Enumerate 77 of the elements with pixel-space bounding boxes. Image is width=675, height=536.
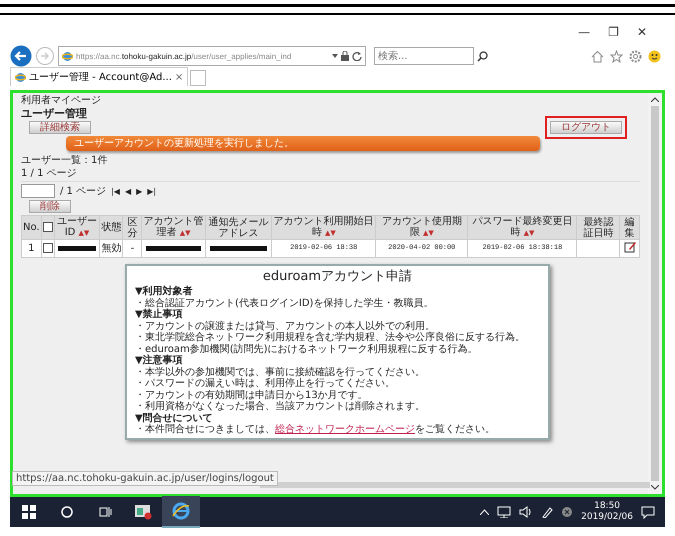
settings-icon[interactable] <box>629 50 642 62</box>
page-total: / 1 ページ <box>60 186 106 196</box>
back-button[interactable] <box>10 45 32 67</box>
minimize-button[interactable]: — <box>578 25 590 39</box>
windows-icon[interactable] <box>22 505 36 519</box>
dropdown-icon[interactable] <box>332 54 338 58</box>
column-header: 区分 <box>122 216 142 240</box>
notice-text: ・総合認証アカウント(代表ログインID)を保持した学生・教職員。 <box>135 298 434 308</box>
notice-text: ・利用資格がなくなった場合、当該アカウントは削除されます。 <box>135 401 426 412</box>
address-bar[interactable]: https://aa.nc.tohoku-gakuin.ac.jp/user/user_applies/main_ind <box>58 46 366 66</box>
table-cell: 1 <box>22 240 42 258</box>
column-header: No. <box>22 216 42 240</box>
scroll-down-icon[interactable] <box>651 485 659 490</box>
section-heading: ▼禁止事項 <box>135 309 184 320</box>
select-all-checkbox[interactable] <box>42 222 53 232</box>
task-view-icon[interactable] <box>98 506 112 518</box>
redaction-bar <box>210 246 268 251</box>
column-header: 状態 <box>100 216 123 240</box>
redaction-bar <box>146 246 201 251</box>
notice-text: ・アカウントの譲渡または貸与、アカウントの本人以外での利用。 <box>135 320 436 332</box>
notification-icon[interactable] <box>641 506 655 518</box>
section-heading: ▼注意事項 <box>135 355 184 366</box>
globe-icon <box>62 50 73 62</box>
search-field[interactable]: 検索... <box>374 47 474 65</box>
section-heading: ▼問合せについて <box>135 412 214 424</box>
pager-link[interactable]: ▶| <box>147 186 156 196</box>
browser-tab[interactable]: ユーザー管理 - Account@Ad... × <box>10 67 188 86</box>
row-checkbox[interactable] <box>42 243 53 254</box>
error-circle-icon[interactable] <box>561 506 574 518</box>
user-count: ユーザー一覧：1件 <box>21 155 108 166</box>
pen-icon[interactable] <box>541 506 554 518</box>
pager-link[interactable]: ▶ <box>136 186 142 196</box>
star-icon[interactable] <box>610 50 623 62</box>
column-header: 編集 <box>620 216 640 240</box>
edit-icon[interactable] <box>624 241 636 253</box>
status-url: https://aa.nc.tohoku-gakuin.ac.jp/user/logins/logout <box>12 471 278 486</box>
pager-link[interactable]: ◀ <box>124 186 132 196</box>
notice-text: ・本件問合せにつきましては、総合ネットワークホームページをご覧ください。 <box>135 424 496 436</box>
breadcrumb: 利用者マイページ <box>21 95 102 106</box>
lock-icon <box>341 51 349 61</box>
homepage-link[interactable]: 総合ネットワークホームページ <box>275 424 415 435</box>
scrollbar-thumb[interactable] <box>651 106 659 481</box>
smiley-icon[interactable] <box>648 50 661 62</box>
page-count: 1 / 1 ページ <box>21 168 78 179</box>
volume-icon[interactable] <box>519 506 534 518</box>
detail-search-button[interactable]: 詳細検索 <box>29 121 91 134</box>
clock[interactable]: 18:50 2019/02/06 <box>581 501 633 523</box>
page-select[interactable] <box>21 184 55 198</box>
scroll-up-icon[interactable] <box>651 97 659 102</box>
globe-icon <box>15 72 26 82</box>
window-app-icon <box>134 504 152 520</box>
search-circle-icon[interactable] <box>61 506 73 518</box>
address-text: https://aa.nc.tohoku-gakuin.ac.jp/user/user_applies/main_ind <box>76 52 292 60</box>
success-message: ユーザーアカウントの更新処理を実行しました。 <box>66 136 540 151</box>
redaction-bar <box>58 246 96 251</box>
chevron-up-icon[interactable] <box>480 509 490 515</box>
delete-button[interactable]: 削除 <box>29 200 71 213</box>
notice-text: ・パスワードの漏えい時は、利用停止を行ってください。 <box>135 378 396 390</box>
notice-text: ・eduroam参加機関(訪問先)におけるネットワーク利用規程に反する行為。 <box>135 344 479 354</box>
network-icon[interactable] <box>497 506 512 518</box>
notice-text: ・アカウントの有効期間は申請日から13か月です。 <box>135 390 369 400</box>
notice-text: ・本学以外の参加機関では、事前に接続確認を行ってください。 <box>135 366 426 378</box>
refresh-icon[interactable] <box>352 51 362 61</box>
search-icon[interactable] <box>477 50 488 62</box>
home-icon[interactable] <box>591 50 604 62</box>
maximize-button[interactable]: ❐ <box>608 25 619 39</box>
column-header: 通知先メールアドレス <box>205 216 272 240</box>
page-title: ユーザー管理 <box>21 108 88 119</box>
notice-text: ・東北学院総合ネットワーク利用規程を含む学内規程、法令や公序良俗に反する行為。 <box>135 332 526 344</box>
section-heading: ▼利用対象者 <box>135 286 194 298</box>
close-button[interactable]: ✕ <box>636 25 647 39</box>
column-header: 最終認証日時 <box>576 216 620 240</box>
table-cell: 無効 <box>100 240 123 258</box>
pager-link[interactable]: |◀ <box>111 186 120 196</box>
browser-icon <box>172 502 190 520</box>
dialog-title: eduroamアカウント申請 <box>262 268 414 285</box>
horizontal-scrollbar[interactable] <box>260 482 650 488</box>
